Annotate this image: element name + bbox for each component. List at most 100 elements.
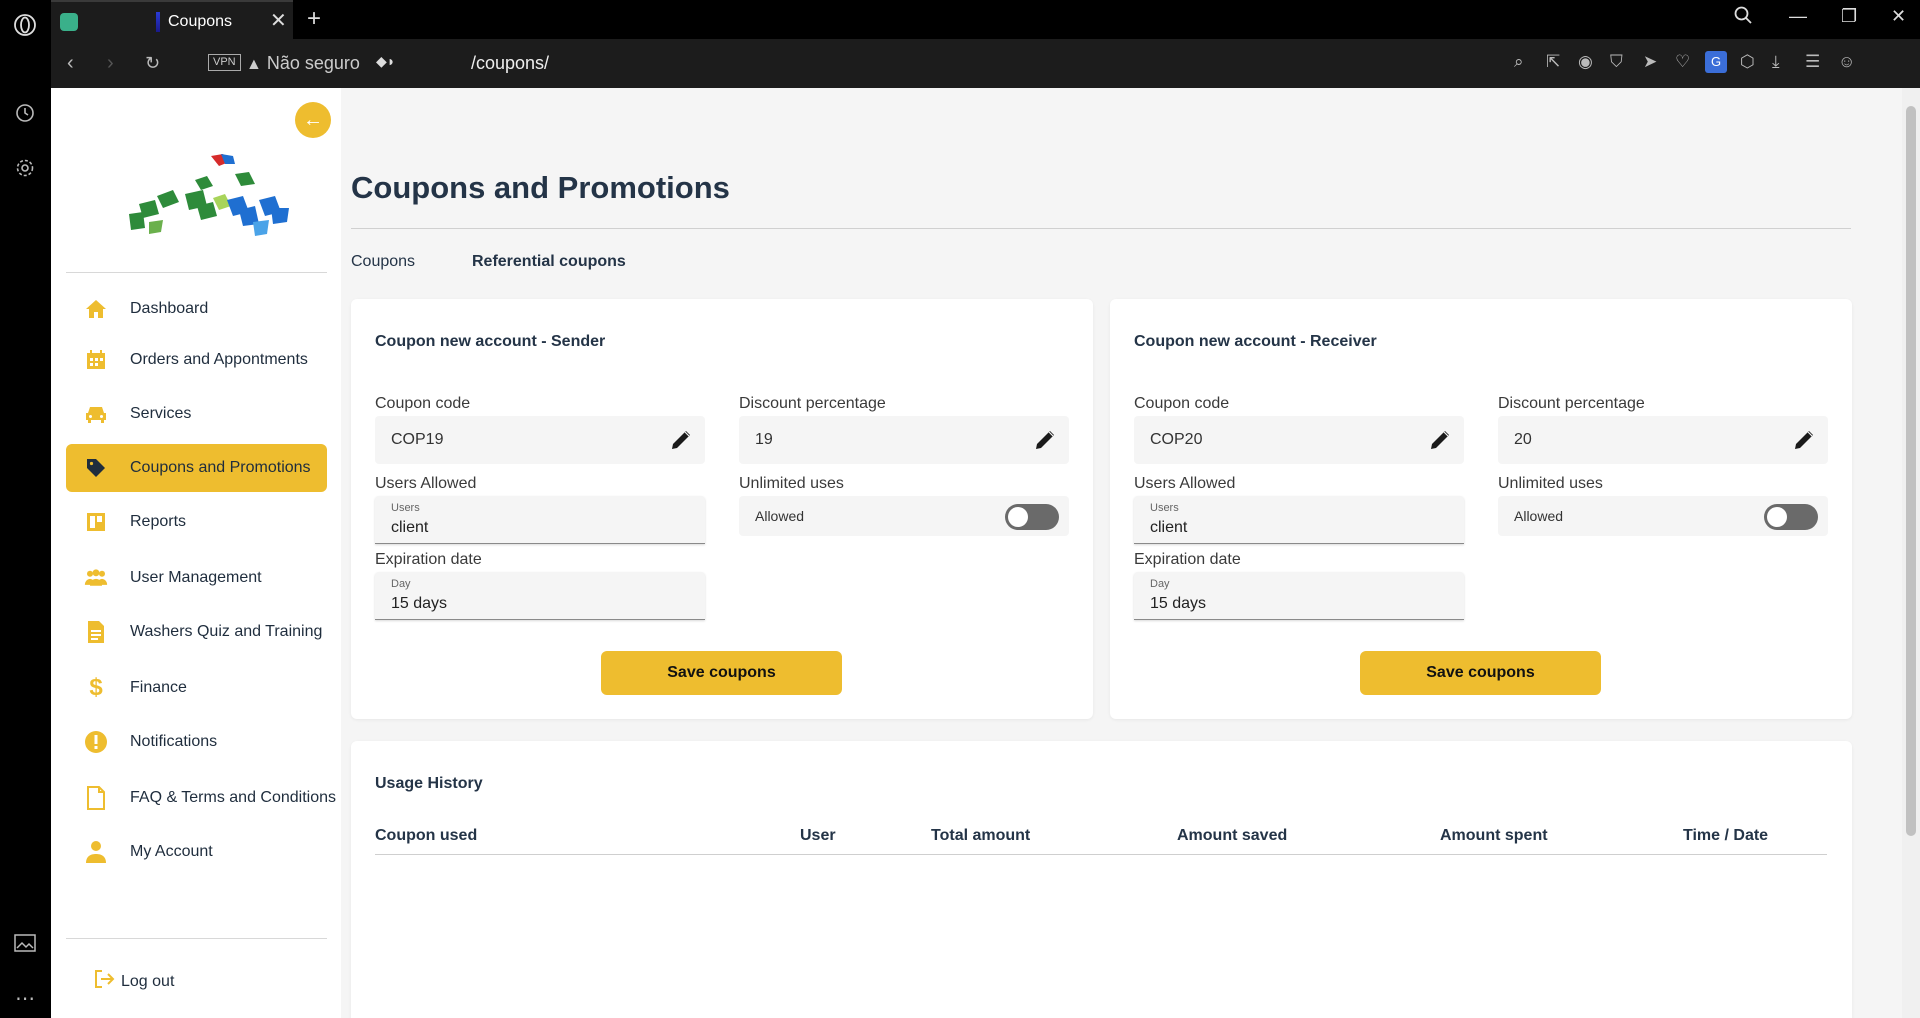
card-title: Coupon new account - Sender [375,333,606,350]
sidebar-item-my-account[interactable]: My Account [66,828,327,876]
card-title: Coupon new account - Receiver [1134,333,1377,350]
save-coupons-button[interactable]: Save coupons [1360,651,1601,695]
toggle-knob [1767,507,1787,527]
tab-coupons[interactable]: Coupons [351,253,415,271]
discount-field[interactable]: 19 [739,416,1069,464]
person-icon [84,840,108,864]
sidebar-item-orders[interactable]: Orders and Appontments [66,336,327,384]
toggle-knob [1008,507,1028,527]
pencil-edit-icon[interactable] [667,426,695,454]
web-page: ← Dashboard Orders and Appontments Servi… [51,88,1902,1018]
settings-gear-icon[interactable] [12,155,38,181]
minimize-icon[interactable]: — [1789,6,1807,27]
tab-referential-coupons[interactable]: Referential coupons [472,253,626,271]
page-scrollbar[interactable] [1902,88,1920,1018]
sidebar-item-dashboard[interactable]: Dashboard [66,285,327,333]
unlimited-uses-toggle[interactable] [1764,504,1818,530]
translate-icon[interactable]: G [1705,51,1727,73]
car-icon [84,402,108,426]
report-icon [84,510,108,534]
usage-history-title: Usage History [375,775,483,792]
tab-close-icon[interactable]: ✕ [270,11,287,31]
more-options-icon[interactable]: ⋯ [12,985,38,1011]
coupon-code-value: COP20 [1150,431,1203,448]
users-allowed-label: Users Allowed [1134,475,1236,492]
day-value: 15 days [391,595,448,612]
opera-logo-icon[interactable] [12,12,38,38]
site-info-icon[interactable]: ◆◗ [376,53,395,70]
sidebar-item-label: Reports [130,513,187,530]
search-tabs-icon[interactable] [1734,6,1752,29]
gallery-icon[interactable] [12,930,38,956]
column-header[interactable]: Amount saved [1177,827,1287,845]
dollar-icon: $ [89,674,103,701]
coupon-code-field[interactable]: COP20 [1134,416,1464,464]
unlimited-uses-label: Unlimited uses [1498,475,1603,492]
expiration-day-select[interactable]: Day 15 days [1134,572,1464,620]
sidebar-item-label: My Account [130,843,213,860]
column-header[interactable]: Time / Date [1683,827,1768,845]
column-header[interactable]: Coupon used [375,827,477,845]
home-icon [84,297,108,321]
cube-icon[interactable]: ⬡ [1740,52,1755,72]
sidebar-item-washers-quiz[interactable]: Washers Quiz and Training [66,608,327,656]
save-coupons-button[interactable]: Save coupons [601,651,842,695]
profile-icon[interactable]: ☺ [1838,52,1855,72]
send-icon[interactable]: ➤ [1643,52,1657,72]
coupon-code-field[interactable]: COP19 [375,416,705,464]
easy-setup-icon[interactable]: ☰ [1805,52,1820,72]
column-header[interactable]: User [800,827,836,845]
discount-field[interactable]: 20 [1498,416,1828,464]
back-icon[interactable]: ‹ [67,51,74,75]
sidebar-item-coupons[interactable]: Coupons and Promotions [66,444,327,492]
sidebar-item-label: Services [130,405,192,422]
document-icon [84,620,108,644]
usage-history-card: Usage History Coupon used User Total amo… [351,741,1852,1018]
sidebar-item-user-management[interactable]: User Management [66,554,327,602]
sidebar-item-finance[interactable]: $ Finance [66,664,327,712]
reload-icon[interactable]: ↻ [145,51,160,75]
search-page-icon[interactable]: ⌕ [1514,52,1524,72]
history-icon[interactable] [12,100,38,126]
column-header[interactable]: Total amount [931,827,1030,845]
sidebar-divider [66,938,327,939]
security-indicator[interactable]: ▲ Não seguro [246,53,360,74]
coupon-receiver-card: Coupon new account - Receiver Coupon cod… [1110,299,1852,719]
tag-icon [84,456,108,480]
users-allowed-select[interactable]: Users client [375,496,705,544]
unlimited-uses-row: Allowed [739,496,1069,536]
users-allowed-select[interactable]: Users client [1134,496,1464,544]
pencil-edit-icon[interactable] [1426,426,1454,454]
forward-icon[interactable]: › [107,51,114,75]
scrollbar-thumb[interactable] [1906,106,1916,836]
logout-button[interactable]: Log out [93,968,174,995]
pencil-edit-icon[interactable] [1790,426,1818,454]
sidebar-item-reports[interactable]: Reports [66,498,327,546]
unlimited-uses-toggle[interactable] [1005,504,1059,530]
day-caption: Day [1150,578,1170,590]
browser-tab[interactable]: Coupons ✕ [51,0,293,39]
day-value: 15 days [1150,595,1207,612]
calendar-icon [84,348,108,372]
share-icon[interactable]: ⇱ [1546,52,1560,72]
sidebar-item-faq[interactable]: FAQ & Terms and Conditions [66,774,336,822]
camera-icon[interactable]: ◉ [1578,52,1593,72]
restore-icon[interactable]: ❐ [1841,6,1857,27]
vpn-badge[interactable]: VPN [208,54,241,71]
shield-icon[interactable]: ⛉ [1610,52,1623,72]
new-tab-icon[interactable]: + [307,5,321,33]
column-header[interactable]: Amount spent [1440,827,1548,845]
expiration-day-select[interactable]: Day 15 days [375,572,705,620]
sidebar-item-notifications[interactable]: Notifications [66,718,327,766]
logout-label: Log out [121,972,175,990]
collapse-sidebar-button[interactable]: ← [295,102,331,138]
pencil-edit-icon[interactable] [1031,426,1059,454]
expiration-date-label: Expiration date [1134,551,1241,568]
heart-icon[interactable]: ♡ [1675,52,1690,72]
users-caption: Users [1150,502,1179,514]
sidebar-divider [66,272,327,273]
sidebar-item-services[interactable]: Services [66,390,327,438]
close-window-icon[interactable]: ✕ [1891,6,1906,27]
download-icon[interactable]: ⤓ [1772,52,1780,72]
url-text[interactable]: /coupons/ [471,53,549,74]
